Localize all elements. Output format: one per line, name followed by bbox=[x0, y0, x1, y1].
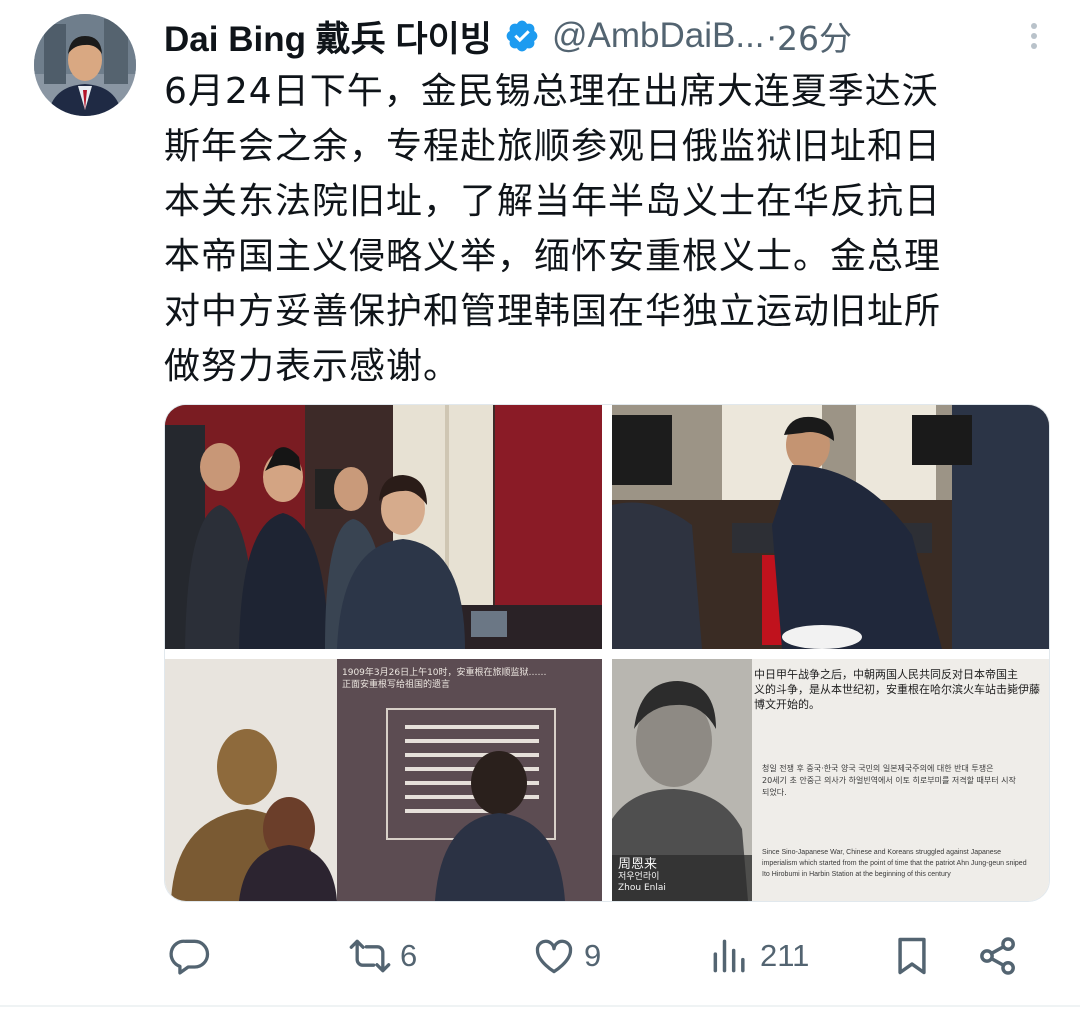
author-handle[interactable]: @AmbDaiB... bbox=[552, 16, 765, 56]
quote-english-line: Since Sino-Japanese War, Chinese and Kor… bbox=[762, 849, 1002, 856]
tweet-text-line: 6月24日下午，金民锡总理在出席大连夏季达沃 bbox=[164, 71, 939, 112]
quote-korean-line: 20세기 초 안중근 의사가 하얼빈역에서 이토 히로부미를 저격할 때부터 시… bbox=[762, 776, 1016, 785]
more-options-icon[interactable] bbox=[1022, 18, 1046, 54]
bookmark-icon bbox=[898, 937, 926, 975]
portrait-caption-chinese: 周恩来 bbox=[618, 857, 658, 872]
divider bbox=[0, 1005, 1080, 1007]
like-count: 9 bbox=[584, 938, 602, 973]
author-name[interactable]: Dai Bing 戴兵 다이빙 bbox=[164, 11, 492, 62]
quote-chinese-line: 义的斗争，是从本世纪初，安重根在哈尔滨火车站击毙伊藤 bbox=[754, 683, 1040, 696]
retweet-button[interactable]: 6 bbox=[348, 926, 417, 986]
quote-english-line: Ito Hirobumi in Harbin Station at the be… bbox=[762, 871, 951, 878]
bookmark-button[interactable] bbox=[890, 926, 934, 986]
quote-english: Since Sino-Japanese War, Chinese and Kor… bbox=[762, 847, 1047, 880]
like-button[interactable]: 9 bbox=[532, 926, 601, 986]
tweet-text-line: 本帝国主义侵略义举，缅怀安重根义士。金总理 bbox=[164, 236, 942, 277]
reply-icon bbox=[169, 939, 210, 975]
memorial-sign-text: 1909年3月26日上午10时，安重根在旅顺监狱…… 正面安重根写给祖国的遗言 bbox=[342, 667, 597, 691]
heart-icon bbox=[535, 939, 573, 974]
tweet-text-line: 对中方妥善保护和管理韩国在华独立运动旧址所 bbox=[164, 291, 942, 332]
quote-english-line: imperialism which started from the point… bbox=[762, 860, 1027, 867]
tweet-text-line: 本关东法院旧址，了解当年半岛义士在华反抗日 bbox=[164, 181, 942, 222]
quote-chinese-line: 博文开始的。 bbox=[754, 698, 820, 711]
photo-4[interactable]: 中日甲午战争之后，中朝两国人民共同反对日本帝国主 义的斗争，是从本世纪初，安重根… bbox=[612, 659, 1049, 901]
reply-button[interactable] bbox=[168, 926, 220, 986]
photo-1[interactable] bbox=[165, 405, 602, 649]
analytics-icon bbox=[713, 939, 745, 973]
views-button[interactable]: 211 bbox=[708, 926, 809, 986]
quote-chinese-line: 中日甲午战争之后，中朝两国人民共同反对日本帝国主 bbox=[754, 668, 1018, 681]
memorial-sign-line: 正面安重根写给祖国的遗言 bbox=[342, 680, 451, 690]
tweet-text-line: 做努力表示感谢。 bbox=[164, 346, 461, 387]
tweet-text: 6月24日下午，金民锡总理在出席大连夏季达沃 斯年会之余，专程赴旅顺参观日俄监狱… bbox=[164, 64, 1054, 394]
portrait-caption-korean: 저우언라이 bbox=[618, 872, 660, 882]
portrait-caption: 周恩来 저우언라이 Zhou Enlai bbox=[618, 857, 738, 894]
tweet-action-bar: 6 9 211 bbox=[164, 926, 1054, 986]
tweet-text-line: 斯年会之余，专程赴旅顺参观日俄监狱旧址和日 bbox=[164, 126, 942, 167]
quote-korean: 청일 전쟁 후 중국·한국 양국 국민의 일본제국주의에 대한 반대 투쟁은 2… bbox=[762, 763, 1047, 799]
verified-badge-icon bbox=[504, 18, 540, 54]
retweet-count: 6 bbox=[400, 938, 418, 973]
tweet-timestamp[interactable]: ·26分 bbox=[767, 12, 852, 60]
memorial-sign-line: 1909年3月26日上午10时，安重根在旅顺监狱…… bbox=[342, 668, 547, 678]
photo-2[interactable] bbox=[612, 405, 1049, 649]
photo-3[interactable]: 1909年3月26日上午10时，安重根在旅顺监狱…… 正面安重根写给祖国的遗言 bbox=[165, 659, 602, 901]
portrait-caption-english: Zhou Enlai bbox=[618, 883, 666, 893]
quote-korean-line: 청일 전쟁 후 중국·한국 양국 국민의 일본제국주의에 대한 반대 투쟁은 bbox=[762, 764, 994, 773]
quote-chinese: 中日甲午战争之后，中朝两国人民共同反对日本帝国主 义的斗争，是从本世纪初，安重根… bbox=[754, 667, 1044, 712]
share-icon bbox=[980, 937, 1015, 975]
retweet-icon bbox=[349, 939, 391, 973]
views-count: 211 bbox=[760, 938, 810, 973]
share-button[interactable] bbox=[976, 926, 1020, 986]
tweet-header: Dai Bing 戴兵 다이빙 @AmbDaiB... ·26分 bbox=[164, 8, 1064, 64]
quote-korean-line: 되었다. bbox=[762, 788, 787, 797]
media-grid: 1909年3月26日上午10时，安重根在旅顺监狱…… 正面安重根写给祖国的遗言 … bbox=[164, 404, 1050, 902]
avatar-image bbox=[34, 14, 136, 116]
author-avatar[interactable] bbox=[34, 14, 136, 116]
